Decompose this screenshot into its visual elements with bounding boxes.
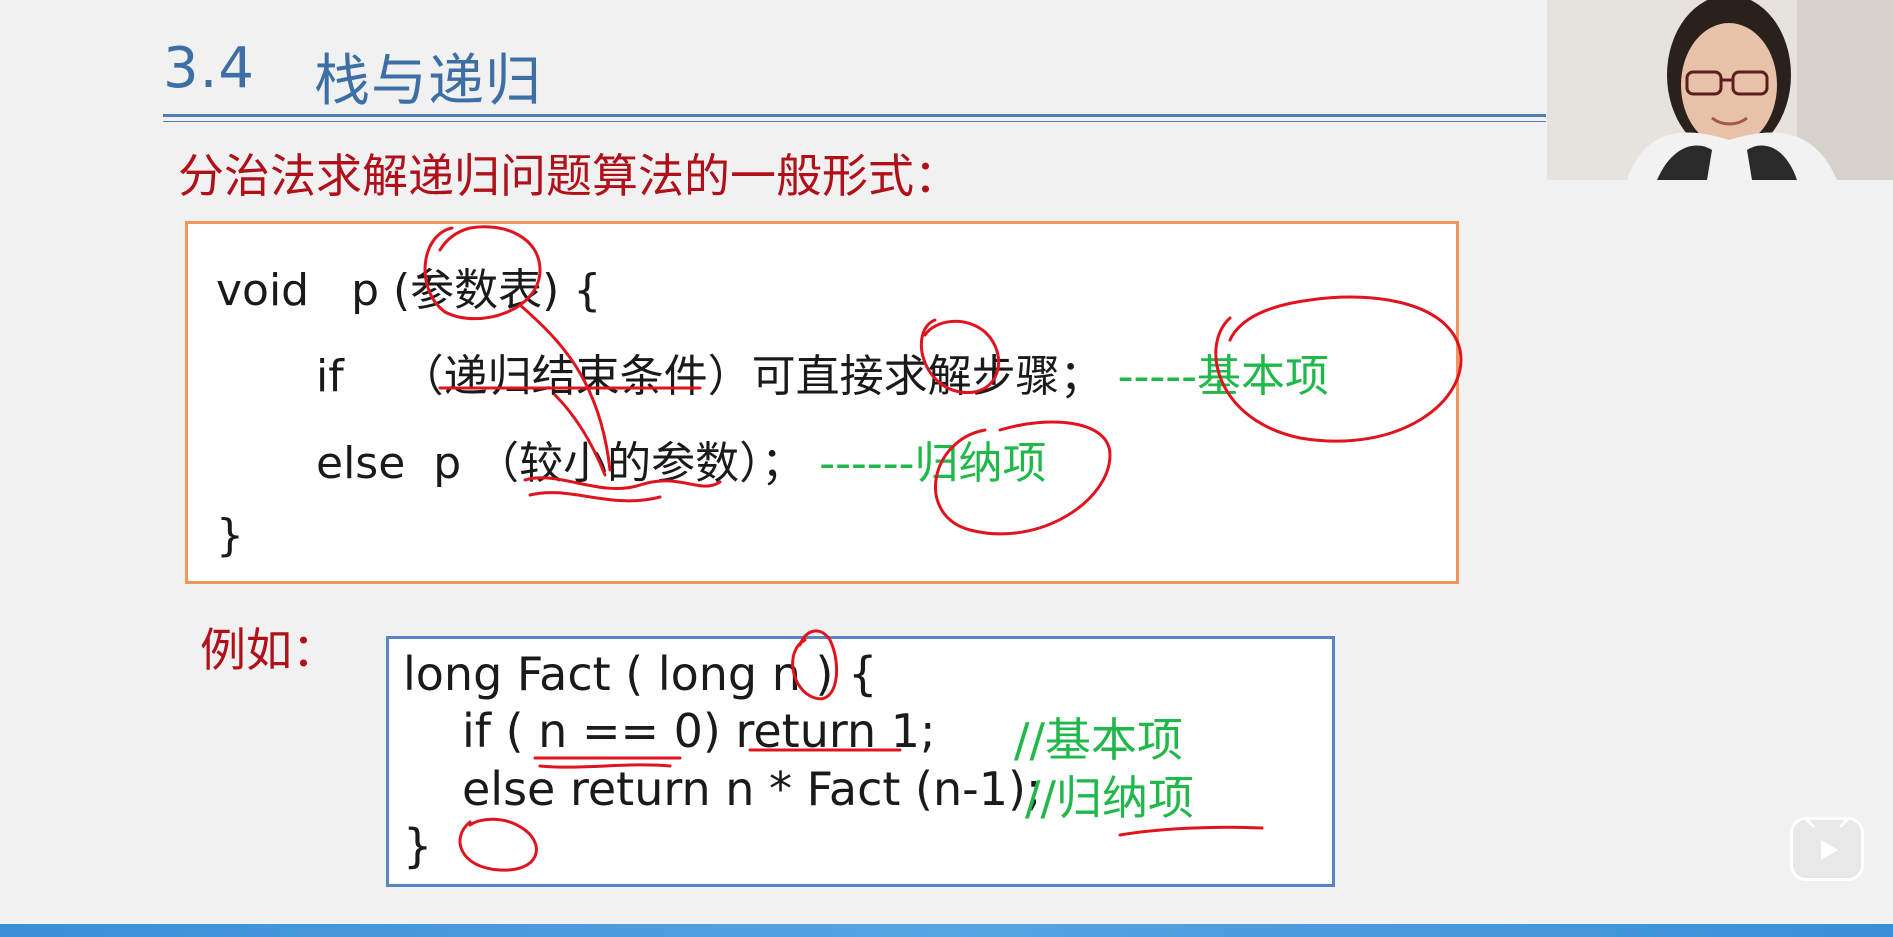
example-line-3-comment: //归纳项 <box>1025 771 1194 825</box>
general-line-4: } <box>216 510 244 561</box>
example-line-1: long Fact ( long n ) { <box>403 647 878 701</box>
general-line-3: else p （较小的参数）； ------归纳项 <box>316 427 1046 491</box>
general-form-box: void p (参数表) { if （递归结束条件）可直接求解步骤； -----… <box>185 221 1459 584</box>
bottom-progress-bar <box>0 924 1893 937</box>
presenter-avatar <box>1547 0 1893 180</box>
title-divider <box>163 114 1546 117</box>
example-line-2-code: if ( n == 0) return 1; <box>462 704 936 758</box>
presenter-webcam <box>1547 0 1893 180</box>
slide-subtitle: 分治法求解递归问题算法的一般形式： <box>178 149 960 203</box>
section-number: 3.4 <box>163 36 256 101</box>
example-line-3: else return n * Fact (n-1);//归纳项 <box>462 762 1194 825</box>
example-line-2-comment: //基本项 <box>1014 713 1183 767</box>
example-line-3-code: else return n * Fact (n-1); <box>462 762 1042 816</box>
example-line-2: if ( n == 0) return 1; //基本项 <box>462 704 1183 767</box>
general-line-3-code: else p （较小的参数）； <box>316 438 806 489</box>
general-line-2: if （递归结束条件）可直接求解步骤； -----基本项 <box>316 340 1329 404</box>
example-label: 例如： <box>200 623 338 677</box>
general-line-1: void p (参数表) { <box>216 265 602 316</box>
title-divider-thin <box>163 121 1546 122</box>
example-line-4: } <box>403 819 433 873</box>
section-title: 栈与递归 <box>314 49 542 114</box>
general-line-3-comment: ------归纳项 <box>819 438 1047 489</box>
play-icon[interactable] <box>1790 817 1864 881</box>
play-icon-glyph <box>1805 818 1849 860</box>
general-line-2-comment: -----基本项 <box>1117 351 1330 402</box>
example-code-box: long Fact ( long n ) { if ( n == 0) retu… <box>386 636 1335 887</box>
lecture-slide: 3.4 栈与递归 分治法求解递归问题算法的一般形式： void p (参数表) … <box>0 0 1893 937</box>
general-line-2-code: if （递归结束条件）可直接求解步骤； <box>316 351 1104 402</box>
